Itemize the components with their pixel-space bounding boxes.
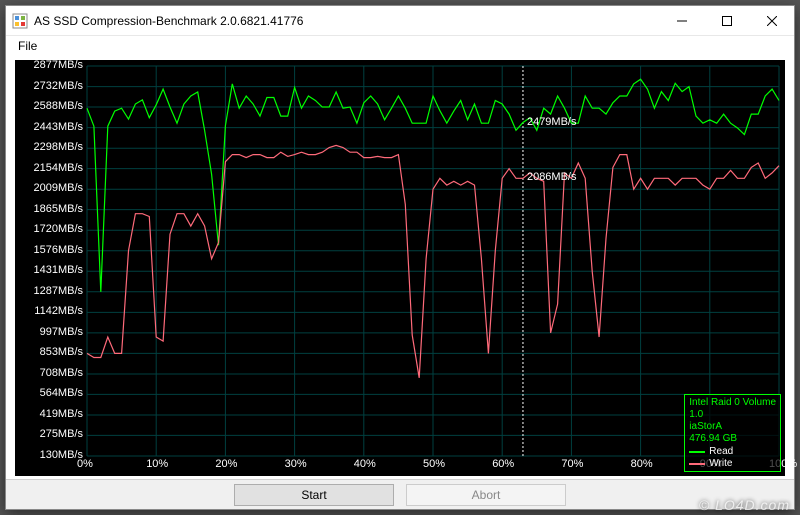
x-tick-label: 0% [77, 458, 93, 470]
y-tick-label: 1142MB/s [15, 305, 83, 317]
y-tick-label: 2732MB/s [15, 80, 83, 92]
y-tick-label: 1287MB/s [15, 285, 83, 297]
y-tick-label: 708MB/s [15, 367, 83, 379]
y-tick-label: 2588MB/s [15, 100, 83, 112]
y-tick-label: 1720MB/s [15, 223, 83, 235]
maximize-icon [722, 16, 732, 26]
legend-write-row: Write [689, 458, 776, 469]
x-tick-label: 20% [215, 458, 237, 470]
chart-area: 2877MB/s 2732MB/s 2588MB/s 2443MB/s 2298MB/s… [15, 60, 785, 476]
app-window: AS SSD Compression-Benchmark 2.0.6821.41… [5, 5, 795, 510]
legend-device: Intel Raid 0 Volume [689, 397, 776, 409]
x-tick-label: 60% [492, 458, 514, 470]
legend-write-label: Write [709, 458, 732, 469]
read-marker-label: 2479MB/s [527, 116, 577, 128]
y-tick-label: 997MB/s [15, 326, 83, 338]
x-tick-label: 70% [561, 458, 583, 470]
x-tick-label: 30% [285, 458, 307, 470]
y-tick-label: 564MB/s [15, 387, 83, 399]
x-tick-label: 80% [631, 458, 653, 470]
titlebar[interactable]: AS SSD Compression-Benchmark 2.0.6821.41… [6, 6, 794, 36]
write-marker-label: 2086MB/s [527, 171, 577, 183]
y-tick-label: 853MB/s [15, 346, 83, 358]
y-tick-label: 2009MB/s [15, 182, 83, 194]
app-icon [12, 13, 28, 29]
maximize-button[interactable] [704, 6, 749, 35]
chart-svg [15, 60, 785, 476]
button-bar: Start Abort [6, 479, 794, 509]
y-tick-label: 1865MB/s [15, 203, 83, 215]
close-button[interactable] [749, 6, 794, 35]
y-tick-label: 1576MB/s [15, 244, 83, 256]
y-tick-label: 2877MB/s [15, 59, 83, 71]
y-tick-label: 2443MB/s [15, 121, 83, 133]
start-button[interactable]: Start [234, 484, 394, 506]
watermark: © LO4D.com [699, 497, 790, 513]
y-tick-label: 2298MB/s [15, 141, 83, 153]
close-icon [767, 16, 777, 26]
y-tick-label: 1431MB/s [15, 264, 83, 276]
abort-button: Abort [406, 484, 566, 506]
legend-size: 476.94 GB [689, 433, 776, 445]
menu-file[interactable]: File [12, 37, 43, 55]
y-tick-label: 2154MB/s [15, 162, 83, 174]
legend-write-swatch [689, 463, 705, 465]
legend-read-row: Read [689, 446, 776, 457]
minimize-icon [677, 16, 687, 26]
menubar: File [6, 36, 794, 56]
x-tick-label: 10% [146, 458, 168, 470]
legend-read-label: Read [709, 446, 733, 457]
legend: Intel Raid 0 Volume 1.0 iaStorA 476.94 G… [684, 394, 781, 472]
legend-version: 1.0 [689, 409, 776, 421]
y-tick-label: 419MB/s [15, 408, 83, 420]
y-tick-label: 275MB/s [15, 428, 83, 440]
minimize-button[interactable] [659, 6, 704, 35]
legend-read-swatch [689, 451, 705, 453]
x-tick-label: 50% [423, 458, 445, 470]
window-title: AS SSD Compression-Benchmark 2.0.6821.41… [34, 14, 659, 28]
legend-driver: iaStorA [689, 421, 776, 433]
y-tick-label: 130MB/s [15, 449, 83, 461]
x-tick-label: 40% [354, 458, 376, 470]
